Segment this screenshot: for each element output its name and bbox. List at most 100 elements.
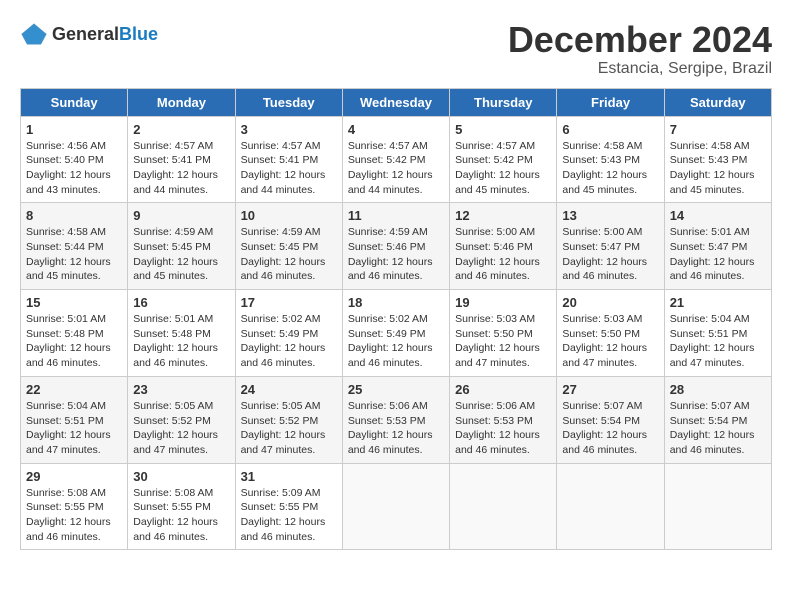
header-row: Sunday Monday Tuesday Wednesday Thursday… (21, 88, 772, 116)
daylight-text: and 44 minutes. (133, 183, 229, 198)
sunrise-text: Sunrise: 5:01 AM (26, 312, 122, 327)
logo-general: General (52, 24, 119, 44)
daylight-text: Daylight: 12 hours (133, 255, 229, 270)
sunset-text: Sunset: 5:50 PM (562, 327, 658, 342)
calendar-cell: 24Sunrise: 5:05 AMSunset: 5:52 PMDayligh… (235, 376, 342, 463)
day-number: 5 (455, 122, 551, 137)
logo-blue: Blue (119, 24, 158, 44)
daylight-text: Daylight: 12 hours (670, 168, 766, 183)
daylight-text: and 46 minutes. (455, 443, 551, 458)
calendar-week-5: 29Sunrise: 5:08 AMSunset: 5:55 PMDayligh… (21, 463, 772, 550)
sunset-text: Sunset: 5:52 PM (241, 414, 337, 429)
day-number: 1 (26, 122, 122, 137)
day-info: Sunrise: 5:01 AMSunset: 5:48 PMDaylight:… (133, 312, 229, 371)
sunset-text: Sunset: 5:49 PM (348, 327, 444, 342)
day-info: Sunrise: 5:01 AMSunset: 5:48 PMDaylight:… (26, 312, 122, 371)
location: Estancia, Sergipe, Brazil (508, 60, 772, 78)
calendar-cell: 2Sunrise: 4:57 AMSunset: 5:41 PMDaylight… (128, 116, 235, 203)
day-info: Sunrise: 4:57 AMSunset: 5:42 PMDaylight:… (348, 139, 444, 198)
calendar-table: Sunday Monday Tuesday Wednesday Thursday… (20, 88, 772, 551)
day-info: Sunrise: 5:08 AMSunset: 5:55 PMDaylight:… (26, 486, 122, 545)
daylight-text: Daylight: 12 hours (670, 341, 766, 356)
calendar-cell: 3Sunrise: 4:57 AMSunset: 5:41 PMDaylight… (235, 116, 342, 203)
day-number: 30 (133, 469, 229, 484)
sunset-text: Sunset: 5:40 PM (26, 153, 122, 168)
day-info: Sunrise: 5:00 AMSunset: 5:47 PMDaylight:… (562, 225, 658, 284)
calendar-cell: 16Sunrise: 5:01 AMSunset: 5:48 PMDayligh… (128, 290, 235, 377)
sunrise-text: Sunrise: 4:57 AM (348, 139, 444, 154)
sunset-text: Sunset: 5:41 PM (241, 153, 337, 168)
sunrise-text: Sunrise: 5:06 AM (455, 399, 551, 414)
day-number: 21 (670, 295, 766, 310)
calendar-cell: 7 Sunrise: 4:58 AMSunset: 5:43 PMDaylight… (664, 116, 771, 203)
daylight-text: and 46 minutes. (562, 443, 658, 458)
day-number: 17 (241, 295, 337, 310)
sunset-text: Sunset: 5:47 PM (562, 240, 658, 255)
daylight-text: Daylight: 12 hours (455, 428, 551, 443)
day-number: 15 (26, 295, 122, 310)
daylight-text: and 46 minutes. (348, 443, 444, 458)
daylight-text: Daylight: 12 hours (562, 428, 658, 443)
logo-icon (20, 20, 48, 48)
calendar-cell: 1Sunrise: 4:56 AMSunset: 5:40 PMDaylight… (21, 116, 128, 203)
daylight-text: and 46 minutes. (455, 269, 551, 284)
sunset-text: Sunset: 5:53 PM (455, 414, 551, 429)
day-number: 13 (562, 208, 658, 223)
sunrise-text: Sunrise: 5:05 AM (133, 399, 229, 414)
calendar-cell: 6Sunrise: 4:58 AMSunset: 5:43 PMDaylight… (557, 116, 664, 203)
daylight-text: Daylight: 12 hours (670, 255, 766, 270)
sunrise-text: Sunrise: 5:01 AM (133, 312, 229, 327)
daylight-text: and 46 minutes. (241, 269, 337, 284)
daylight-text: Daylight: 12 hours (455, 255, 551, 270)
sunset-text: Sunset: 5:51 PM (670, 327, 766, 342)
daylight-text: Daylight: 12 hours (241, 168, 337, 183)
daylight-text: and 45 minutes. (670, 183, 766, 198)
sunrise-text: Sunrise: 4:59 AM (241, 225, 337, 240)
daylight-text: and 46 minutes. (26, 356, 122, 371)
daylight-text: and 45 minutes. (26, 269, 122, 284)
sunrise-text: Sunrise: 5:04 AM (670, 312, 766, 327)
sunset-text: Sunset: 5:54 PM (562, 414, 658, 429)
daylight-text: and 47 minutes. (241, 443, 337, 458)
calendar-cell (342, 463, 449, 550)
calendar-cell: 15 Sunrise: 5:01 AMSunset: 5:48 PMDayligh… (21, 290, 128, 377)
sunrise-text: Sunrise: 5:05 AM (241, 399, 337, 414)
daylight-text: Daylight: 12 hours (455, 168, 551, 183)
sunset-text: Sunset: 5:52 PM (133, 414, 229, 429)
sunset-text: Sunset: 5:47 PM (670, 240, 766, 255)
day-info: Sunrise: 5:07 AMSunset: 5:54 PMDaylight:… (670, 399, 766, 458)
daylight-text: and 47 minutes. (670, 356, 766, 371)
sunrise-text: Sunrise: 4:59 AM (133, 225, 229, 240)
title-block: December 2024 Estancia, Sergipe, Brazil (508, 20, 772, 78)
sunrise-text: Sunrise: 5:08 AM (26, 486, 122, 501)
calendar-week-2: 8Sunrise: 4:58 AMSunset: 5:44 PMDaylight… (21, 203, 772, 290)
day-number: 12 (455, 208, 551, 223)
sunset-text: Sunset: 5:45 PM (241, 240, 337, 255)
day-info: Sunrise: 5:04 AMSunset: 5:51 PMDaylight:… (26, 399, 122, 458)
day-number: 9 (133, 208, 229, 223)
day-number: 8 (26, 208, 122, 223)
sunrise-text: Sunrise: 4:57 AM (133, 139, 229, 154)
sunset-text: Sunset: 5:43 PM (670, 153, 766, 168)
sunrise-text: Sunrise: 5:00 AM (455, 225, 551, 240)
daylight-text: and 46 minutes. (26, 530, 122, 545)
calendar-cell: 19Sunrise: 5:03 AMSunset: 5:50 PMDayligh… (450, 290, 557, 377)
sunset-text: Sunset: 5:42 PM (455, 153, 551, 168)
day-info: Sunrise: 4:57 AMSunset: 5:42 PMDaylight:… (455, 139, 551, 198)
calendar-cell: 8Sunrise: 4:58 AMSunset: 5:44 PMDaylight… (21, 203, 128, 290)
day-number: 2 (133, 122, 229, 137)
daylight-text: and 46 minutes. (241, 530, 337, 545)
daylight-text: and 46 minutes. (133, 356, 229, 371)
calendar-cell: 14Sunrise: 5:01 AMSunset: 5:47 PMDayligh… (664, 203, 771, 290)
daylight-text: and 45 minutes. (455, 183, 551, 198)
day-number: 23 (133, 382, 229, 397)
day-info: Sunrise: 4:59 AMSunset: 5:45 PMDaylight:… (133, 225, 229, 284)
daylight-text: Daylight: 12 hours (133, 168, 229, 183)
daylight-text: and 46 minutes. (670, 269, 766, 284)
day-number: 7 (670, 122, 766, 137)
day-number: 3 (241, 122, 337, 137)
sunrise-text: Sunrise: 4:58 AM (670, 139, 766, 154)
daylight-text: Daylight: 12 hours (348, 168, 444, 183)
sunrise-text: Sunrise: 5:03 AM (455, 312, 551, 327)
sunrise-text: Sunrise: 5:06 AM (348, 399, 444, 414)
